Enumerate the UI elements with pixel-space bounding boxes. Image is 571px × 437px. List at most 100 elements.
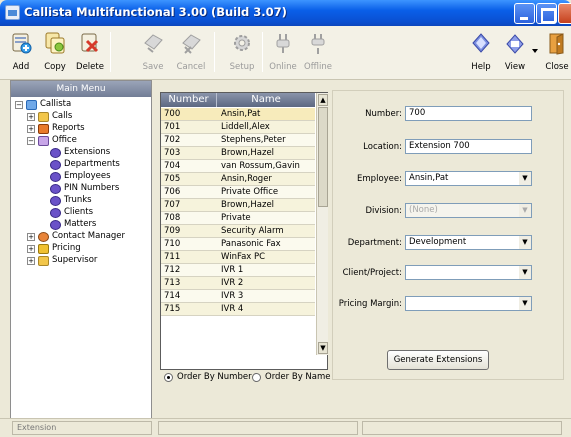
department-select[interactable]: Development ▼ [405,235,532,250]
tree-item-contact-manager[interactable]: + Contact Manager [27,231,149,243]
expand-icon[interactable]: + [27,233,35,241]
expand-icon[interactable]: + [27,245,35,253]
delete-label: Delete [76,62,104,72]
cell-name: van Rossum,Gavin [221,161,300,171]
app-icon [5,5,20,20]
tree-item-employees[interactable]: Employees [39,171,149,183]
tree-item-departments[interactable]: Departments [39,159,149,171]
division-label: Division: [365,206,402,216]
table-row[interactable]: 706 Private Office [161,186,315,199]
tree-item-supervisor[interactable]: + Supervisor [27,255,149,267]
table-row[interactable]: 709 Security Alarm [161,225,315,238]
setup-button[interactable]: Setup [223,26,261,78]
table-row[interactable]: 707 Brown,Hazel [161,199,315,212]
collapse-icon[interactable]: − [15,101,23,109]
online-button[interactable]: Online [264,26,302,78]
division-select[interactable]: (None) ▼ [405,203,532,218]
cancel-button[interactable]: Cancel [172,26,210,78]
cell-name: IVR 2 [221,278,244,288]
tree-item-callista[interactable]: − Callista [15,99,149,111]
collapse-icon[interactable]: − [27,137,35,145]
table-row[interactable]: 714 IVR 3 [161,290,315,303]
employee-select[interactable]: Ansin,Pat ▼ [405,171,532,186]
pricing-margin-select[interactable]: ▼ [405,296,532,311]
chevron-down-icon[interactable]: ▼ [519,172,531,185]
close-window-button[interactable] [558,3,571,24]
close-button[interactable]: Close [538,26,571,78]
expand-icon[interactable]: + [27,125,35,133]
title-bar[interactable]: Callista Multifunctional 3.00 (Build 3.0… [0,0,571,26]
table-row[interactable]: 700 Ansin,Pat [161,108,315,121]
table-scrollbar[interactable]: ▲ ▼ [316,93,328,355]
chevron-down-icon[interactable]: ▼ [519,297,531,310]
table-row[interactable]: 712 IVR 1 [161,264,315,277]
chevron-down-icon[interactable]: ▼ [519,236,531,249]
tree-item-calls[interactable]: + Calls [27,111,149,123]
exit-door-icon [549,33,564,55]
cell-name: Security Alarm [221,226,284,236]
chevron-down-icon[interactable]: ▼ [519,266,531,279]
offline-button[interactable]: Offline [299,26,337,78]
view-button[interactable]: View [496,26,534,78]
table-row[interactable]: 708 Private [161,212,315,225]
cancel-label: Cancel [176,62,206,72]
cell-number: 703 [164,148,181,158]
table-row[interactable]: 702 Stephens,Peter [161,134,315,147]
save-button[interactable]: Save [134,26,172,78]
table-row[interactable]: 705 Ansin,Roger [161,173,315,186]
tree-item-matters[interactable]: Matters [39,219,149,231]
add-button[interactable]: Add [2,26,40,78]
table-row[interactable]: 711 WinFax PC [161,251,315,264]
table-row[interactable]: 713 IVR 2 [161,277,315,290]
office-icon [38,136,49,146]
table-row[interactable]: 703 Brown,Hazel [161,147,315,160]
table-row[interactable]: 710 Panasonic Fax [161,238,315,251]
tree-item-pin-numbers[interactable]: PIN Numbers [39,183,149,195]
extensions-icon [50,148,61,158]
help-button[interactable]: Help [462,26,500,78]
table-row[interactable]: 701 Liddell,Alex [161,121,315,134]
expand-icon[interactable]: + [27,113,35,121]
chevron-down-icon[interactable]: ▼ [519,204,531,217]
delete-button[interactable]: Delete [71,26,109,78]
cell-number: 700 [164,109,181,119]
order-by-name-radio[interactable]: Order By Name [252,372,331,384]
cell-name: Brown,Hazel [221,200,275,210]
tree-item-extensions[interactable]: Extensions [39,147,149,159]
tree-item-pricing[interactable]: + Pricing [27,243,149,255]
scroll-thumb[interactable] [318,107,328,207]
scroll-down-icon[interactable]: ▼ [318,342,328,354]
expand-icon[interactable]: + [27,257,35,265]
cell-number: 708 [164,213,181,223]
cell-number: 715 [164,304,181,314]
location-field[interactable]: Extension 700 [405,139,532,154]
status-panel-right [362,421,562,435]
contact-manager-icon [38,232,49,242]
copy-button[interactable]: Copy [36,26,74,78]
number-field[interactable]: 700 [405,106,532,121]
order-by-number-radio[interactable]: Order By Number [164,372,252,384]
tree-item-office[interactable]: − Office [27,135,149,147]
client-project-select[interactable]: ▼ [405,265,532,280]
table-row[interactable]: 704 van Rossum,Gavin [161,160,315,173]
cell-number: 711 [164,252,181,262]
generate-extensions-button[interactable]: Generate Extensions [387,350,489,370]
extensions-table: Number Name 700 Ansin,Pat 701 Liddell,Alex 7… [160,92,328,370]
cell-name: Ansin,Roger [221,174,272,184]
column-header-name[interactable]: Name [216,93,315,107]
minimize-button[interactable] [514,3,535,24]
cell-name: Liddell,Alex [221,122,270,132]
delete-icon [81,33,99,53]
trunks-icon [50,196,61,206]
tree-item-trunks[interactable]: Trunks [39,195,149,207]
supervisor-icon [38,256,49,266]
tree-item-clients[interactable]: Clients [39,207,149,219]
table-row[interactable]: 715 IVR 4 [161,303,315,316]
cell-name: Ansin,Pat [221,109,261,119]
cell-number: 710 [164,239,181,249]
tree-item-reports[interactable]: + Reports [27,123,149,135]
column-header-number[interactable]: Number [161,93,216,107]
scroll-up-icon[interactable]: ▲ [318,94,328,106]
save-icon [144,34,163,53]
maximize-button[interactable] [536,3,557,24]
